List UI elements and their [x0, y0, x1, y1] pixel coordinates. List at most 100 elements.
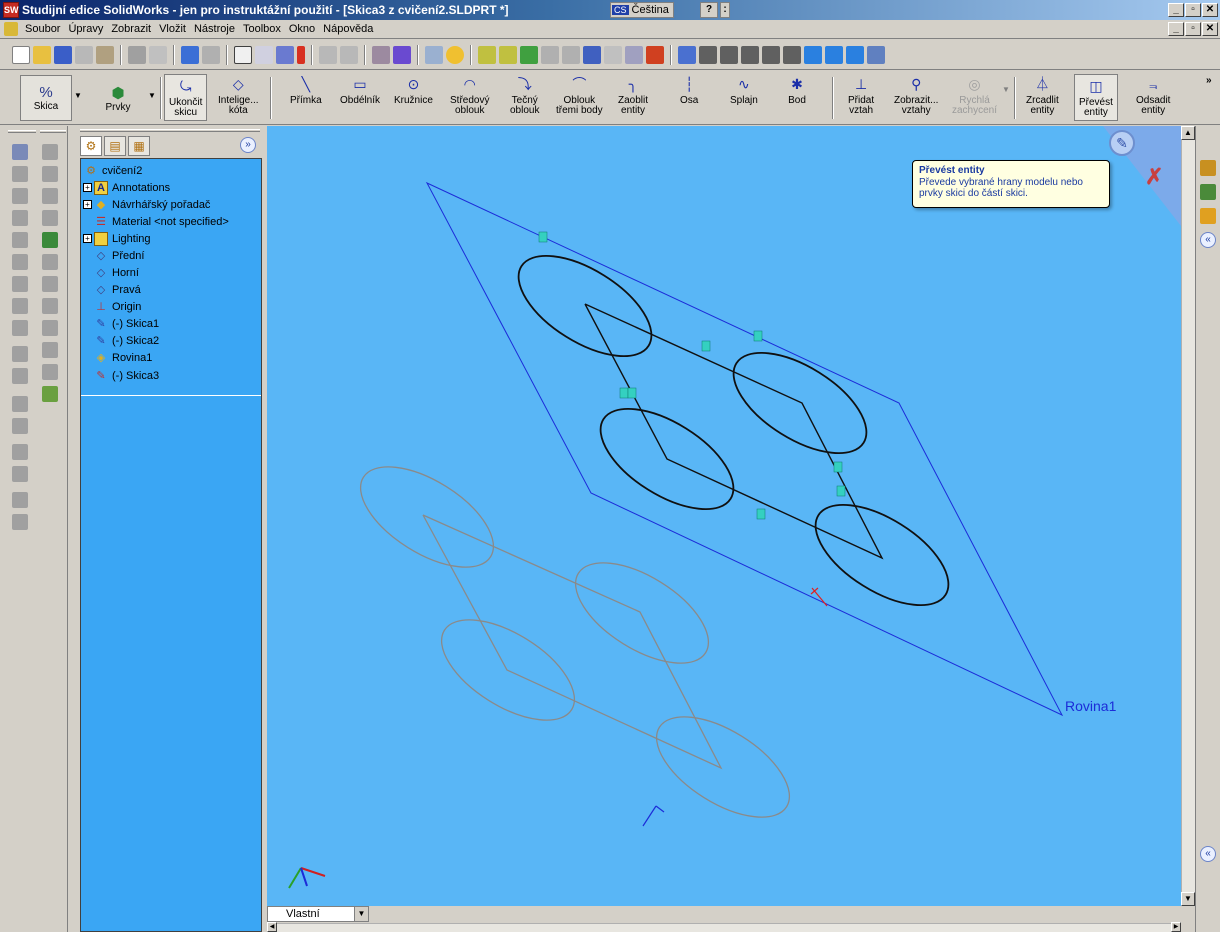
rib-icon[interactable] — [12, 368, 28, 384]
hidden-lines-icon[interactable] — [720, 45, 738, 64]
print-icon[interactable] — [75, 45, 93, 64]
layer-icon[interactable] — [478, 45, 496, 64]
new-document-icon[interactable] — [12, 45, 30, 64]
menu-okno[interactable]: Okno — [285, 23, 319, 35]
wireframe-icon[interactable] — [699, 45, 717, 64]
toolbox-icon[interactable] — [393, 45, 411, 64]
graphics-area[interactable]: Rovina1 ✎ ✗ — [267, 126, 1181, 906]
circle-button[interactable]: ⊙ Kružnice — [394, 75, 433, 106]
ref-geometry-icon[interactable] — [42, 188, 58, 204]
extend-icon[interactable] — [42, 276, 58, 292]
exit-sketch-button[interactable]: ⤿ Ukončit skicu — [164, 74, 208, 121]
fillet-feature-icon[interactable] — [12, 320, 28, 336]
doc-restore-button[interactable]: ▫ — [1185, 22, 1201, 36]
menu-nastroje[interactable]: Nástroje — [190, 23, 239, 35]
centerline-button[interactable]: ┆ Osa — [680, 75, 698, 106]
equation-icon[interactable] — [520, 45, 538, 64]
quick-snaps-dropdown[interactable]: ▼ — [1002, 85, 1010, 94]
select-other-icon[interactable] — [255, 45, 273, 64]
shaded-icon[interactable] — [783, 45, 801, 64]
smart-dimension-button[interactable]: ◇ Intelige... kóta — [218, 75, 259, 116]
view-orientation-dropdown[interactable]: ▼ — [354, 907, 368, 921]
sweep-icon[interactable] — [12, 188, 28, 204]
tree-item-origin[interactable]: ⊥ Origin — [94, 298, 141, 315]
minimize-button[interactable]: _ — [1168, 3, 1184, 17]
sketch-tab-dropdown[interactable]: ▼ — [74, 91, 82, 100]
tree-item-top-plane[interactable]: ◇ Horní — [94, 264, 139, 281]
rectangle-button[interactable]: ▭ Obdélník — [340, 75, 380, 106]
tree-item-sketch3[interactable]: ✎ (-) Skica3 — [94, 367, 159, 384]
center-arc-button[interactable]: ◠ Středový oblouk — [450, 75, 489, 116]
pattern-icon[interactable] — [12, 514, 28, 530]
three-point-arc-button[interactable]: ⌒ Oblouk třemi body — [556, 75, 603, 116]
tree-item-sketch2[interactable]: ✎ (-) Skica2 — [94, 332, 159, 349]
properties-icon[interactable] — [425, 45, 443, 64]
convert-sketch-icon[interactable] — [42, 232, 58, 248]
exit-sketch-corner-icon[interactable]: ✎ — [1109, 130, 1135, 156]
document-icon[interactable] — [4, 22, 18, 36]
search-icon[interactable] — [1200, 208, 1216, 224]
menu-soubor[interactable]: Soubor — [21, 23, 64, 35]
view-orientation-icon[interactable] — [678, 45, 696, 64]
extrude-cut-icon[interactable] — [12, 232, 28, 248]
jog-icon[interactable] — [42, 320, 58, 336]
maximize-button[interactable]: ▫ — [1185, 3, 1201, 17]
home-icon[interactable] — [1200, 160, 1216, 176]
tree-item-plane1[interactable]: ◈ Rovina1 — [94, 349, 153, 366]
menu-napoveda[interactable]: Nápověda — [319, 23, 377, 35]
hole-icon[interactable] — [12, 492, 28, 508]
layout-icon[interactable] — [340, 45, 358, 64]
help-icon[interactable] — [446, 45, 464, 64]
expand-icon[interactable]: + — [83, 234, 92, 243]
propertymanager-tab-icon[interactable]: ▤ — [104, 136, 126, 156]
vertical-scrollbar[interactable]: ▲ ▼ — [1181, 126, 1195, 906]
trim-icon[interactable] — [42, 254, 58, 270]
scroll-right-button[interactable]: ▶ — [1171, 922, 1181, 932]
tools-icon[interactable] — [646, 45, 664, 64]
wrap-icon[interactable] — [12, 466, 28, 482]
dimension-icon[interactable] — [42, 166, 58, 182]
print-preview-icon[interactable] — [96, 45, 114, 64]
mass-icon[interactable] — [562, 45, 580, 64]
menu-vlozit[interactable]: Vložit — [155, 23, 190, 35]
dome-icon[interactable] — [12, 444, 28, 460]
tree-item-design-binder[interactable]: + ◆ Návrhářský pořadač — [83, 196, 210, 213]
expand-icon[interactable]: + — [83, 183, 92, 192]
rebuild-icon[interactable] — [297, 45, 305, 64]
sweep-cut-icon[interactable] — [12, 276, 28, 292]
sketch-tab[interactable]: % Skica — [20, 75, 72, 121]
cube-icon[interactable] — [804, 45, 822, 64]
save-icon[interactable] — [54, 45, 72, 64]
redo-icon[interactable] — [202, 45, 220, 64]
add-relation-button[interactable]: ⊥ Přidat vztah — [848, 75, 874, 116]
revolve-icon[interactable] — [12, 166, 28, 182]
menu-upravy[interactable]: Úpravy — [64, 23, 107, 35]
features-tab-dropdown[interactable]: ▼ — [148, 91, 156, 100]
grid-icon[interactable] — [319, 45, 337, 64]
split-icon[interactable] — [42, 298, 58, 314]
language-bar[interactable]: CS Čeština — [610, 2, 674, 18]
compare-icon[interactable] — [625, 45, 643, 64]
modify-icon[interactable] — [42, 364, 58, 380]
cut-icon[interactable] — [128, 45, 146, 64]
configurationmanager-tab-icon[interactable]: ▦ — [128, 136, 150, 156]
fillet-button[interactable]: ╮ Zaoblit entity — [618, 75, 648, 116]
language-help-button[interactable]: ? — [700, 2, 718, 18]
construction-icon[interactable] — [42, 342, 58, 358]
mirror-entities-button[interactable]: ⏃ Zrcadlit entity — [1026, 75, 1059, 116]
shell-icon[interactable] — [12, 418, 28, 434]
features-tab[interactable]: ⬢ Prvky — [88, 75, 148, 121]
options-icon[interactable] — [372, 45, 390, 64]
spline-button[interactable]: ∿ Splajn — [730, 75, 758, 106]
copy-icon[interactable] — [149, 45, 167, 64]
offset-entities-button[interactable]: ⫬ Odsadit entity — [1136, 75, 1170, 116]
revolve-cut-icon[interactable] — [12, 254, 28, 270]
sketch-icon[interactable] — [276, 45, 294, 64]
scroll-down-button[interactable]: ▼ — [1181, 892, 1195, 906]
shaded-edges-icon[interactable] — [762, 45, 780, 64]
featuremanager-tab-icon[interactable]: ⚙ — [80, 136, 102, 156]
sketch-3d-icon[interactable] — [42, 144, 58, 160]
open-folder-icon[interactable] — [33, 45, 51, 64]
display-icon[interactable] — [499, 45, 517, 64]
curvature-icon[interactable] — [867, 45, 885, 64]
